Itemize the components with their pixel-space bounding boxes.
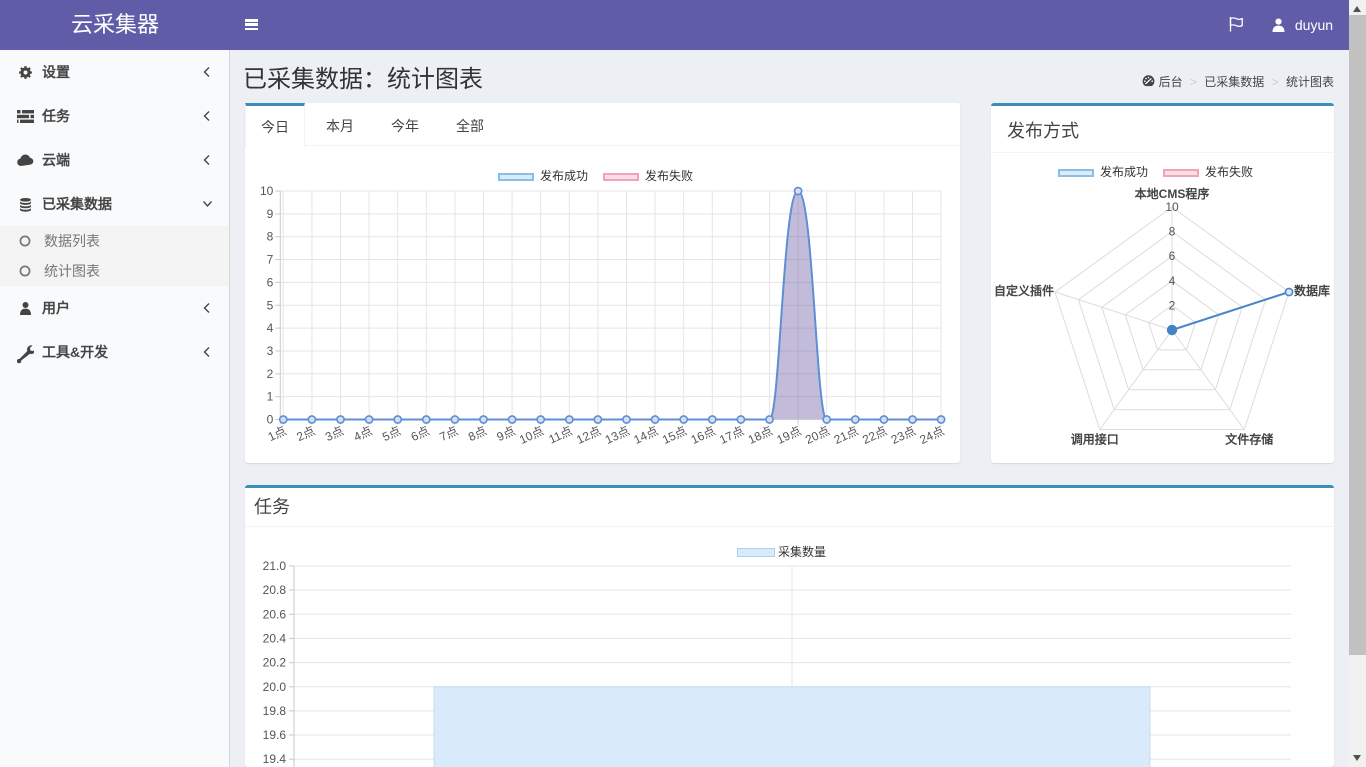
svg-text:22点: 22点 bbox=[860, 424, 889, 446]
svg-text:4: 4 bbox=[1169, 274, 1176, 288]
svg-text:16点: 16点 bbox=[689, 424, 718, 446]
svg-text:9: 9 bbox=[267, 207, 274, 221]
svg-text:1点: 1点 bbox=[266, 424, 289, 445]
svg-text:数据库: 数据库 bbox=[1294, 283, 1330, 298]
svg-text:5: 5 bbox=[267, 298, 274, 312]
svg-text:18点: 18点 bbox=[746, 424, 775, 446]
svg-text:14点: 14点 bbox=[631, 424, 660, 446]
svg-text:2点: 2点 bbox=[294, 424, 317, 445]
svg-text:19点: 19点 bbox=[774, 424, 803, 446]
svg-text:19.4: 19.4 bbox=[263, 752, 287, 766]
svg-text:20.0: 20.0 bbox=[263, 680, 287, 694]
svg-text:7点: 7点 bbox=[437, 424, 460, 445]
svg-text:6: 6 bbox=[1169, 249, 1176, 263]
svg-text:8: 8 bbox=[1169, 225, 1176, 239]
svg-text:0: 0 bbox=[267, 413, 274, 427]
svg-text:24点: 24点 bbox=[917, 424, 946, 446]
svg-text:8点: 8点 bbox=[466, 424, 489, 445]
svg-text:4点: 4点 bbox=[352, 424, 375, 445]
svg-text:15点: 15点 bbox=[660, 424, 689, 446]
svg-text:3: 3 bbox=[267, 344, 274, 358]
svg-text:13点: 13点 bbox=[603, 424, 632, 446]
svg-text:17点: 17点 bbox=[717, 424, 746, 446]
svg-text:本地CMS程序: 本地CMS程序 bbox=[1135, 186, 1210, 201]
svg-text:20.6: 20.6 bbox=[263, 607, 287, 621]
svg-text:20.8: 20.8 bbox=[263, 583, 287, 597]
svg-text:2: 2 bbox=[1169, 298, 1176, 312]
svg-text:11点: 11点 bbox=[546, 424, 574, 446]
svg-text:1: 1 bbox=[267, 390, 274, 404]
svg-text:23点: 23点 bbox=[889, 424, 918, 446]
svg-text:4: 4 bbox=[267, 321, 274, 335]
svg-text:2: 2 bbox=[267, 367, 274, 381]
svg-text:19.6: 19.6 bbox=[263, 728, 287, 742]
svg-text:文件存储: 文件存储 bbox=[1225, 432, 1273, 447]
svg-text:19.8: 19.8 bbox=[263, 704, 287, 718]
svg-text:20点: 20点 bbox=[803, 424, 832, 446]
svg-text:20.2: 20.2 bbox=[263, 656, 287, 670]
svg-text:10: 10 bbox=[260, 184, 274, 198]
svg-text:9点: 9点 bbox=[495, 424, 518, 445]
svg-text:5点: 5点 bbox=[380, 424, 403, 445]
svg-text:10点: 10点 bbox=[517, 424, 546, 446]
svg-text:21点: 21点 bbox=[832, 424, 861, 446]
svg-text:6: 6 bbox=[267, 275, 274, 289]
svg-text:8: 8 bbox=[267, 230, 274, 244]
svg-text:10: 10 bbox=[1165, 200, 1179, 214]
svg-text:调用接口: 调用接口 bbox=[1071, 432, 1119, 447]
svg-text:21.0: 21.0 bbox=[263, 559, 287, 573]
svg-text:12点: 12点 bbox=[574, 424, 603, 446]
svg-text:6点: 6点 bbox=[409, 424, 432, 445]
svg-text:20.4: 20.4 bbox=[263, 631, 287, 645]
svg-text:7: 7 bbox=[267, 253, 274, 267]
svg-text:自定义插件: 自定义插件 bbox=[994, 283, 1054, 298]
svg-text:3点: 3点 bbox=[323, 424, 346, 445]
